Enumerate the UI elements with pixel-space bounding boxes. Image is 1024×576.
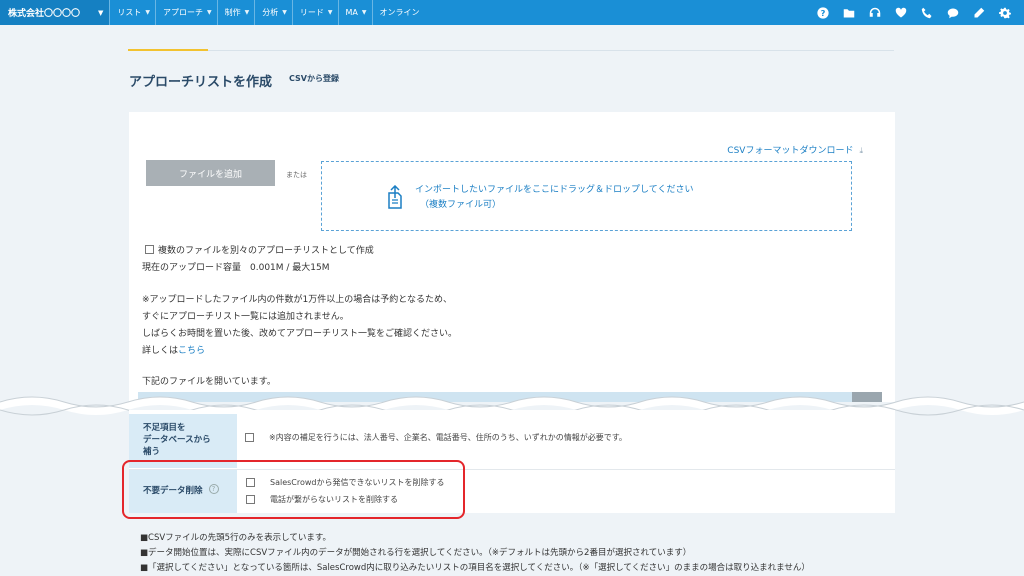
header-divider xyxy=(208,50,894,51)
upload-note: ※アップロードしたファイル内の件数が1万件以上の場合は予約となるため、 すぐにア… xyxy=(142,295,458,356)
chevron-down-icon: ▼ xyxy=(207,9,212,16)
gear-icon[interactable] xyxy=(992,0,1018,25)
multi-file-option: 複数のファイルを別々のアプローチリストとして作成 xyxy=(145,243,374,256)
page-subtitle: CSVから登録 xyxy=(289,74,339,83)
menu-item-analysis[interactable]: 分析 ▼ xyxy=(254,0,292,25)
dropzone-multi-note: （複数ファイル可） xyxy=(420,200,502,210)
page-title: アプローチリストを作成 xyxy=(129,75,273,90)
help-icon[interactable]: ? xyxy=(810,0,836,25)
multi-file-checkbox[interactable] xyxy=(145,245,154,254)
menu-item-production[interactable]: 制作 ▼ xyxy=(216,0,255,25)
chevron-down-icon: ▼ xyxy=(145,9,151,16)
chat-icon[interactable] xyxy=(940,0,966,25)
chevron-down-icon: ▼ xyxy=(361,9,367,16)
file-upload-icon xyxy=(387,184,403,213)
or-text: または xyxy=(286,171,307,179)
chevron-down-icon: ▼ xyxy=(98,8,104,17)
folder-icon[interactable] xyxy=(836,0,862,25)
title-accent-line xyxy=(128,49,208,51)
upload-panel: CSVフォーマットダウンロード ⤓ ファイルを追加 または インポートしたいファイ… xyxy=(129,112,895,402)
phone-icon[interactable] xyxy=(914,0,940,25)
supplement-checkbox[interactable] xyxy=(245,433,254,442)
details-link[interactable]: こちら xyxy=(178,346,205,356)
nav-icons: ? xyxy=(810,0,1018,25)
headset-icon[interactable] xyxy=(862,0,888,25)
chevron-down-icon: ▼ xyxy=(282,9,287,16)
pencil-icon[interactable] xyxy=(966,0,992,25)
supplement-option: ※内容の補足を行うには、法人番号、企業名、電話番号、住所のうち、いずれかの情報が… xyxy=(245,432,627,443)
chevron-down-icon: ▼ xyxy=(244,9,250,16)
menu-item-online[interactable]: オンライン xyxy=(371,0,425,25)
csv-format-download-link[interactable]: CSVフォーマットダウンロード ⤓ xyxy=(727,143,863,156)
highlight-box xyxy=(122,460,465,519)
file-dropzone[interactable]: インポートしたいファイルをここにドラッグ＆ドロップしてください （複数ファイル可… xyxy=(321,161,852,231)
company-name: 株式会社〇〇〇〇 xyxy=(8,9,81,19)
dropzone-instruction: インポートしたいファイルをここにドラッグ＆ドロップしてください xyxy=(415,185,694,195)
menu-item-lead[interactable]: リード ▼ xyxy=(291,0,338,25)
footer-notes: ■CSVファイルの先頭5行のみを表示しています。 ■データ開始位置は、実際にCS… xyxy=(140,533,810,573)
main-menu: リスト ▼ アプローチ ▼ 制作 ▼ 分析 ▼ リード ▼ MA ▼ オンライン xyxy=(109,0,424,25)
chevron-down-icon: ▼ xyxy=(327,9,333,16)
add-file-button[interactable]: ファイルを追加 xyxy=(146,160,275,186)
svg-text:?: ? xyxy=(821,8,826,18)
heart-icon[interactable] xyxy=(888,0,914,25)
opening-file-text: 下記のファイルを開いています。 xyxy=(142,377,276,387)
menu-item-list[interactable]: リスト ▼ xyxy=(109,0,155,25)
menu-item-ma[interactable]: MA ▼ xyxy=(337,0,372,25)
top-nav: 株式会社〇〇〇〇 ▼ リスト ▼ アプローチ ▼ 制作 ▼ 分析 ▼ リード ▼ MA ▼ … xyxy=(0,0,1024,25)
company-switcher[interactable]: 株式会社〇〇〇〇 ▼ xyxy=(0,0,110,25)
menu-item-approach[interactable]: アプローチ ▼ xyxy=(155,0,217,25)
download-icon: ⤓ xyxy=(859,146,863,155)
upload-capacity: 現在のアップロード容量 0.001M / 最大15M xyxy=(142,263,330,273)
